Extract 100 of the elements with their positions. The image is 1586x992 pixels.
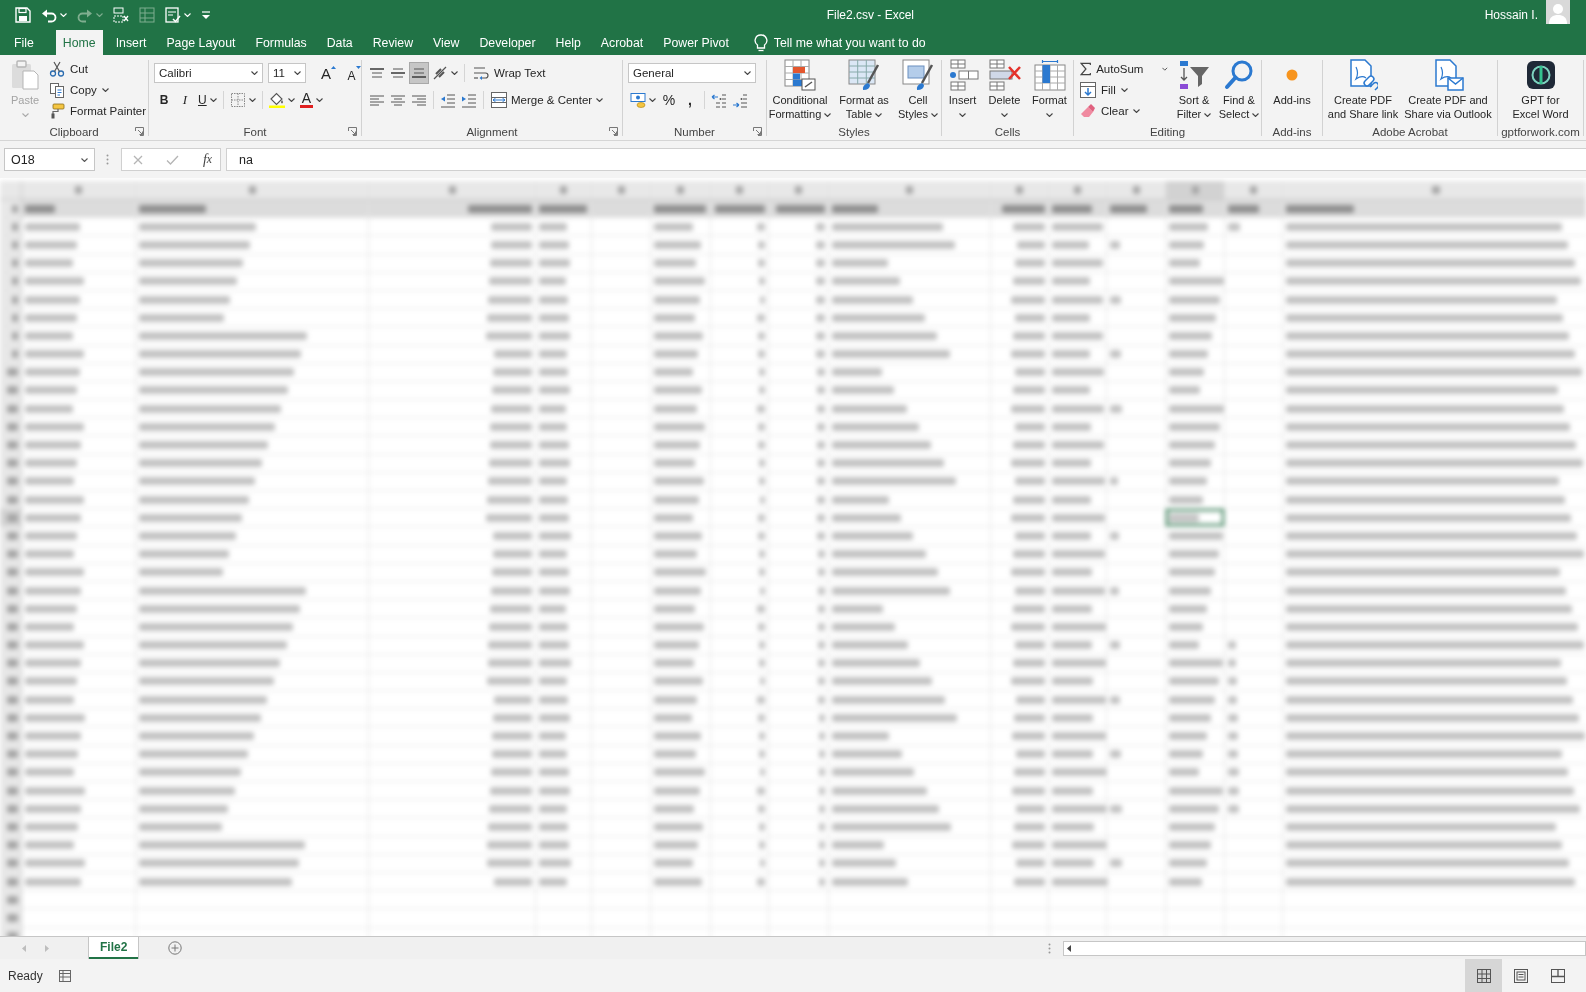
left-arrow-icon[interactable]: [1067, 944, 1071, 952]
wrap-text-icon: [473, 65, 489, 81]
enter-button[interactable]: [166, 154, 180, 165]
number-format-field[interactable]: General: [628, 63, 756, 83]
customize-icon[interactable]: [201, 11, 211, 19]
align-center-icon: [390, 94, 406, 106]
group-label: Number: [674, 125, 715, 138]
align-bottom-button[interactable]: [409, 62, 429, 84]
grid-column-icon: [1033, 59, 1066, 91]
dialog-launcher-icon[interactable]: [348, 127, 357, 136]
splitter-dots-icon[interactable]: [106, 154, 109, 165]
ribbon-tab[interactable]: Developer: [472, 30, 543, 55]
percent-button[interactable]: %: [659, 89, 679, 111]
bold-button[interactable]: B: [154, 89, 174, 111]
form-check-icon[interactable]: [165, 7, 181, 23]
undo-icon[interactable]: [41, 7, 57, 23]
caret-icon: [184, 13, 191, 17]
tell-me-search[interactable]: Tell me what you want to do: [751, 30, 928, 55]
money-icon: [630, 92, 646, 108]
ribbon-tab[interactable]: Insert: [108, 30, 154, 55]
merge-center-button[interactable]: Merge & Center: [488, 89, 607, 111]
font-color-button[interactable]: A: [297, 89, 325, 111]
splitter-dots-icon[interactable]: [1048, 942, 1051, 954]
clear-button[interactable]: Clear: [1076, 100, 1172, 121]
paint-bucket-icon: [268, 92, 285, 108]
ribbon-tab[interactable]: File: [7, 30, 41, 55]
format-as-table-button[interactable]: Format as Table: [835, 58, 893, 122]
ribbon-tab[interactable]: Data: [319, 30, 360, 55]
ribbon-tab[interactable]: Acrobat: [593, 30, 651, 55]
name-box[interactable]: O18: [4, 148, 95, 171]
window-title: File2.csv - Excel: [826, 8, 914, 22]
sheet-tab[interactable]: File2: [89, 937, 139, 959]
dialog-launcher-icon[interactable]: [753, 127, 762, 136]
fill-button[interactable]: Fill: [1076, 79, 1172, 100]
plus-circle-icon[interactable]: [168, 941, 183, 955]
create-pdf-outlook-button[interactable]: Create PDF and Share via Outlook: [1401, 58, 1495, 122]
dialog-launcher-icon[interactable]: [135, 127, 144, 136]
sort-filter-button[interactable]: Sort & Filter: [1172, 58, 1216, 122]
conditional-formatting-button[interactable]: Conditional Formatting: [767, 58, 835, 122]
ribbon-tab[interactable]: View: [426, 30, 467, 55]
copy-button[interactable]: Copy: [45, 79, 148, 100]
document-mail-icon: [1432, 59, 1464, 91]
ribbon-tab[interactable]: Help: [548, 30, 588, 55]
add-ins-button[interactable]: Add-ins: [1265, 58, 1319, 108]
caret-icon: [209, 98, 217, 102]
check-icon: [166, 154, 180, 165]
gpt-add-in-button[interactable]: GPT for Excel Word: [1507, 58, 1574, 122]
cross-icon: [133, 154, 143, 165]
format-button[interactable]: Format: [1026, 58, 1073, 122]
ribbon-tab[interactable]: Power Pivot: [656, 30, 736, 55]
cut-button[interactable]: Cut: [45, 58, 148, 79]
find-select-button[interactable]: Find & Select: [1216, 58, 1261, 122]
save-icon[interactable]: [15, 7, 31, 23]
fill-down-icon: [1080, 81, 1096, 98]
group-label: Font: [243, 125, 267, 138]
group-label: Alignment: [466, 125, 518, 138]
caret-icon: [316, 98, 323, 102]
ribbon-tab[interactable]: Formulas: [248, 30, 314, 55]
underline-button[interactable]: U: [196, 89, 219, 111]
caret-icon: [248, 98, 256, 102]
grid-cross-icon[interactable]: [113, 7, 129, 23]
border-grid-icon: [229, 92, 246, 108]
group-label: Adobe Acrobat: [1372, 125, 1448, 138]
caret-icon: [294, 71, 301, 75]
sort-funnel-icon: [1178, 60, 1210, 90]
caret-icon: [81, 157, 88, 162]
wrap-text-button[interactable]: Wrap Text: [469, 62, 550, 84]
cell-styles-button[interactable]: Cell Styles: [893, 58, 941, 122]
user-name[interactable]: Hossain I.: [1484, 8, 1538, 22]
format-painter-button[interactable]: Format Painter: [45, 100, 148, 121]
ribbon-tab[interactable]: Review: [365, 30, 421, 55]
group-label: gptforwork.com: [1501, 125, 1580, 138]
comma-style-button[interactable]: ,: [680, 89, 700, 111]
italic-button[interactable]: I: [175, 89, 195, 111]
caret-icon: [596, 98, 604, 102]
table-brush-icon: [848, 59, 880, 91]
decrease-decimal-icon: [732, 92, 748, 108]
ribbon-tab[interactable]: Page Layout: [159, 30, 243, 55]
sum-icon: [1080, 60, 1092, 77]
create-pdf-link-button[interactable]: Create PDF and Share link: [1325, 58, 1401, 122]
copy-icon: [49, 81, 65, 98]
formula-input[interactable]: na: [226, 148, 1586, 171]
table-icon[interactable]: [58, 969, 71, 982]
delete-button[interactable]: Delete: [982, 58, 1027, 122]
autosum-button[interactable]: AutoSum: [1076, 58, 1172, 79]
grow-font-button[interactable]: A: [319, 62, 338, 84]
merge-cells-icon: [491, 92, 507, 108]
down-triangle-icon: [355, 66, 361, 69]
insert-button[interactable]: Insert: [942, 58, 983, 122]
ribbon-tab[interactable]: Home: [55, 30, 103, 55]
paintbrush-icon: [49, 102, 65, 119]
outdent-icon: [440, 92, 456, 108]
normal-view-button[interactable]: [1465, 959, 1502, 992]
horizontal-scrollbar[interactable]: [1063, 940, 1586, 956]
shrink-font-button[interactable]: A: [345, 62, 361, 84]
angled-lines-icon: [432, 65, 448, 81]
font-size-field[interactable]: 11: [268, 63, 306, 83]
cancel-button[interactable]: [133, 154, 143, 165]
font-name-field[interactable]: Calibri: [154, 63, 263, 83]
dialog-launcher-icon[interactable]: [609, 127, 618, 136]
